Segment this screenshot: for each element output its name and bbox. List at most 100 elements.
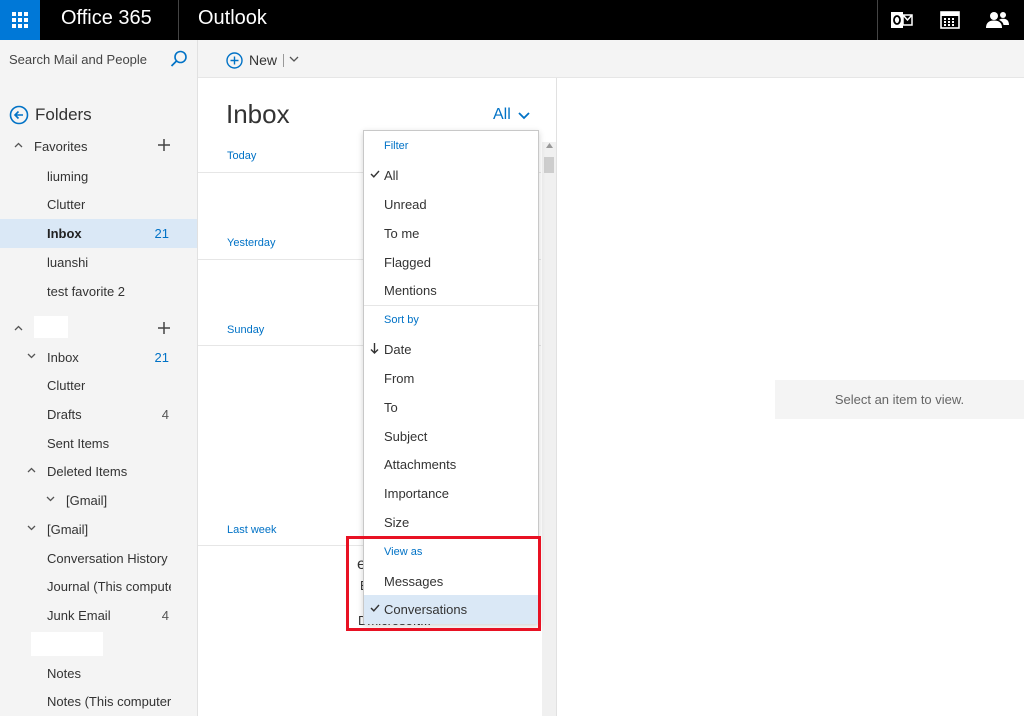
favorites-label: Favorites [34,139,88,154]
menu-item-mentions[interactable]: Mentions [364,276,538,305]
menu-item-label: All [384,168,399,183]
menu-item-size[interactable]: Size [364,508,538,537]
search-icon[interactable] [170,50,188,68]
new-message-button[interactable]: New [226,51,277,69]
menu-item-to[interactable]: To [364,393,538,422]
folder-item-junk-email[interactable]: Junk Email 4 [0,601,197,630]
menu-section-sort-by: Sort by [384,314,419,326]
folder-item-journal[interactable]: Journal (This computer only) [0,572,197,601]
folder-item-gmail-sub[interactable]: [Gmail] [0,486,197,515]
chevron-down-icon[interactable] [27,525,36,531]
redacted-folder-name [31,632,103,656]
group-header-today: Today [227,150,257,162]
folder-item-label: Notes [47,666,81,681]
favorite-item-luanshi[interactable]: luanshi [0,248,197,277]
favorite-item-liuming[interactable]: liuming [0,162,197,191]
outlook-mail-button[interactable] [878,0,926,40]
brand-title[interactable]: Office 365 [61,7,152,30]
folder-item-clutter[interactable]: Clutter [0,371,197,400]
divider [364,305,538,306]
divider [178,0,179,40]
folder-item-label: Journal (This computer only) [47,579,171,594]
filter-dropdown[interactable]: All [493,106,511,124]
unread-count: 21 [154,350,169,365]
favorite-item-label: Inbox [47,226,82,241]
unread-count: 21 [154,226,169,241]
add-folder-icon[interactable] [157,321,171,335]
item-count: 4 [161,608,169,623]
reading-pane-empty: Select an item to view. [775,380,1024,419]
search-input[interactable]: Search Mail and People [9,52,147,67]
folder-item-drafts[interactable]: Drafts 4 [0,400,197,429]
back-arrow-icon [9,105,29,125]
calendar-button[interactable] [926,0,974,40]
folder-item-label: Conversation History [47,551,168,566]
folder-item-label: [Gmail] [47,522,89,537]
folder-item-label: Clutter [47,378,86,393]
chevron-up-icon [14,325,23,331]
account-header[interactable] [0,315,197,344]
folder-item-deleted-items[interactable]: Deleted Items [0,457,197,486]
favorites-header[interactable]: Favorites [0,132,197,161]
menu-item-flagged[interactable]: Flagged [364,248,538,277]
plus-circle-icon [226,51,243,69]
folder-item-inbox[interactable]: Inbox 21 [0,343,197,372]
menu-item-importance[interactable]: Importance [364,479,538,508]
chevron-down-icon[interactable] [518,112,530,120]
folders-label: Folders [35,105,92,124]
folder-item-notes-this-computer[interactable]: Notes (This computer only) [0,687,197,716]
folder-item-label: Junk Email [47,608,111,623]
menu-item-label: To [384,400,398,415]
favorite-item-label: test favorite 2 [47,284,126,299]
favorite-item-test-favorite-2[interactable]: test favorite 2 [0,277,197,306]
folder-item-label: Sent Items [47,436,110,451]
top-bar: Office 365 Outlook [0,0,1024,40]
folder-item-label: [Gmail] [66,493,108,508]
menu-item-subject[interactable]: Subject [364,422,538,451]
chevron-down-icon[interactable] [46,496,55,502]
chevron-down-icon[interactable] [289,56,299,63]
people-button[interactable] [974,0,1022,40]
new-label: New [249,52,278,68]
menu-item-label: Importance [384,486,450,501]
favorite-item-label: Clutter [47,197,86,212]
folder-item-sent-items[interactable]: Sent Items [0,429,197,458]
search-box[interactable]: Search Mail and People [0,40,197,78]
check-icon [370,170,380,178]
people-icon [986,12,1009,28]
folder-item-label: Deleted Items [47,464,128,479]
menu-item-from[interactable]: From [364,364,538,393]
menu-item-label: From [384,371,415,386]
menu-item-all[interactable]: All [364,161,538,190]
outlook-icon [891,12,913,28]
menu-item-attachments[interactable]: Attachments [364,450,538,479]
folder-item-gmail[interactable]: [Gmail] [0,515,197,544]
chevron-down-icon[interactable] [27,353,36,359]
arrow-down-icon [370,343,379,354]
menu-item-label: Subject [384,429,428,444]
menu-item-label: Unread [384,197,427,212]
menu-item-to-me[interactable]: To me [364,219,538,248]
app-launcher-button[interactable] [0,0,40,40]
favorite-item-clutter[interactable]: Clutter [0,190,197,219]
menu-item-date[interactable]: Date [364,335,538,364]
menu-section-filter: Filter [384,140,409,152]
favorite-item-label: luanshi [47,255,89,270]
menu-item-label: Size [384,515,410,530]
folder-item-notes[interactable]: Notes [0,659,197,688]
menu-item-label: Date [384,342,412,357]
menu-item-unread[interactable]: Unread [364,190,538,219]
folder-item-conversation-history[interactable]: Conversation History [0,544,197,573]
favorite-item-inbox[interactable]: Inbox 21 [0,219,197,248]
scroll-thumb[interactable] [544,157,554,173]
chevron-up-icon[interactable] [27,467,36,473]
folders-back-button[interactable]: Folders [9,104,92,126]
scroll-up-icon[interactable] [546,143,553,148]
group-header-last-week: Last week [227,524,277,536]
menu-item-label: Mentions [384,283,437,298]
list-scrollbar[interactable] [542,142,556,716]
app-title[interactable]: Outlook [198,7,267,30]
menu-item-label: Attachments [384,457,457,472]
add-favorite-icon[interactable] [157,138,171,152]
folder-item-label: Drafts [47,407,82,422]
